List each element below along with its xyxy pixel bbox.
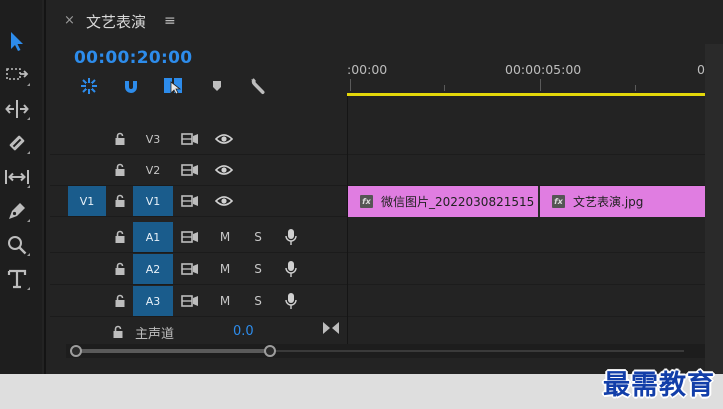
- voice-over-mic-icon[interactable]: [280, 222, 302, 252]
- toggle-output-eye-icon[interactable]: [210, 155, 238, 185]
- ruler-tick: [350, 79, 351, 91]
- sync-lock-icon[interactable]: [178, 254, 202, 284]
- lock-icon[interactable]: [110, 124, 130, 154]
- pen-icon[interactable]: [3, 197, 31, 225]
- tool-expand-icon: [27, 83, 30, 86]
- lock-icon[interactable]: [110, 186, 130, 216]
- voice-over-mic-icon[interactable]: [280, 254, 302, 284]
- work-area-bar[interactable]: [347, 93, 705, 96]
- zoom-scrollbar[interactable]: [66, 344, 706, 358]
- ruler-label: :00:00: [347, 62, 388, 77]
- track-select-icon[interactable]: [3, 61, 31, 89]
- mute-track-button[interactable]: M: [213, 222, 237, 252]
- track-target-a3[interactable]: A3: [133, 286, 173, 316]
- lock-icon[interactable]: [110, 286, 130, 316]
- ruler-tick: [444, 85, 445, 91]
- timeline-panel: × 文艺表演 ≡ 00:00:20:00 :00:00 00:00:05:00 …: [50, 0, 723, 374]
- track-header-v3: V3: [50, 124, 347, 155]
- nest-sequence-icon[interactable]: [78, 76, 100, 96]
- tool-expand-icon: [27, 185, 30, 188]
- tool-expand-icon: [27, 287, 30, 290]
- ruler-label: 00:00:05:00: [505, 62, 582, 77]
- solo-track-button[interactable]: S: [248, 254, 268, 284]
- source-patch-v1[interactable]: V1: [68, 186, 106, 216]
- clip-wenyi-biaoyan[interactable]: fx 文艺表演.jpg: [540, 186, 706, 217]
- ruler-label: 0: [697, 62, 705, 77]
- sequence-tab-title[interactable]: 文艺表演: [86, 11, 146, 32]
- selection-tool-icon[interactable]: [3, 27, 31, 55]
- ruler-tick: [635, 85, 636, 91]
- scrollbar-left-handle[interactable]: [70, 345, 82, 357]
- master-volume-value[interactable]: 0.0: [233, 324, 254, 339]
- track-header-v1: V1 V1: [50, 186, 347, 217]
- tool-expand-icon: [27, 219, 30, 222]
- sync-lock-icon[interactable]: [178, 155, 202, 185]
- tool-expand-icon: [27, 151, 30, 154]
- track-target-a1[interactable]: A1: [133, 222, 173, 252]
- watermark-logo: 最需教育: [603, 370, 715, 401]
- type-icon[interactable]: [3, 265, 31, 293]
- track-header-a3: A3 M S: [50, 286, 347, 317]
- playhead-timecode[interactable]: 00:00:20:00: [74, 48, 192, 68]
- lock-icon[interactable]: [110, 222, 130, 252]
- linked-selection-icon[interactable]: [162, 76, 184, 96]
- track-target-v1[interactable]: V1: [133, 186, 173, 216]
- lock-icon[interactable]: [110, 155, 130, 185]
- toggle-output-eye-icon[interactable]: [210, 124, 238, 154]
- panel-menu-icon[interactable]: ≡: [164, 13, 176, 29]
- sync-lock-icon[interactable]: [178, 222, 202, 252]
- scrollbar-right-handle[interactable]: [264, 345, 276, 357]
- track-target-v3[interactable]: V3: [133, 124, 173, 154]
- razor-icon[interactable]: [3, 129, 31, 157]
- track-header-v2: V2: [50, 155, 347, 186]
- tools-panel: [0, 0, 42, 374]
- panel-divider[interactable]: [44, 0, 46, 374]
- clip-name: 文艺表演.jpg: [573, 195, 644, 209]
- close-tab-button[interactable]: ×: [64, 13, 75, 28]
- sync-lock-icon[interactable]: [178, 186, 202, 216]
- zoom-icon[interactable]: [3, 231, 31, 259]
- add-marker-icon[interactable]: [206, 76, 228, 96]
- sync-lock-icon[interactable]: [178, 124, 202, 154]
- mute-track-button[interactable]: M: [213, 254, 237, 284]
- lane-v2[interactable]: [348, 155, 723, 186]
- fx-badge: fx: [552, 195, 565, 208]
- mute-track-button[interactable]: M: [213, 286, 237, 316]
- solo-track-button[interactable]: S: [248, 286, 268, 316]
- clip-wechat-image[interactable]: fx 微信图片_2022030821515: [348, 186, 538, 217]
- scrollbar-thumb[interactable]: [80, 349, 270, 353]
- solo-track-button[interactable]: S: [248, 222, 268, 252]
- lane-a1[interactable]: [348, 222, 723, 253]
- track-target-a2[interactable]: A2: [133, 254, 173, 284]
- ruler-tick: [540, 79, 541, 91]
- tool-expand-icon: [27, 117, 30, 120]
- ripple-edit-icon[interactable]: [3, 95, 31, 123]
- snap-icon[interactable]: [120, 76, 142, 96]
- slip-icon[interactable]: [3, 163, 31, 191]
- tool-expand-icon: [27, 253, 30, 256]
- lane-a3[interactable]: [348, 286, 723, 317]
- voice-over-mic-icon[interactable]: [280, 286, 302, 316]
- master-lock-icon[interactable]: [112, 324, 124, 343]
- toggle-output-eye-icon[interactable]: [210, 186, 238, 216]
- fx-badge: fx: [360, 195, 373, 208]
- track-header-a2: A2 M S: [50, 254, 347, 285]
- vertical-scrollbar[interactable]: [705, 44, 723, 374]
- track-header-a1: A1 M S: [50, 222, 347, 253]
- track-target-v2[interactable]: V2: [133, 155, 173, 185]
- clip-name: 微信图片_2022030821515: [381, 195, 535, 209]
- lock-icon[interactable]: [110, 254, 130, 284]
- master-track-label: 主声道: [135, 327, 175, 342]
- go-to-edit-icon[interactable]: [322, 320, 340, 339]
- panel-header: × 文艺表演 ≡: [50, 0, 723, 44]
- lane-a2[interactable]: [348, 254, 723, 285]
- sync-lock-icon[interactable]: [178, 286, 202, 316]
- settings-wrench-icon[interactable]: [248, 76, 270, 96]
- lane-v3[interactable]: [348, 124, 723, 155]
